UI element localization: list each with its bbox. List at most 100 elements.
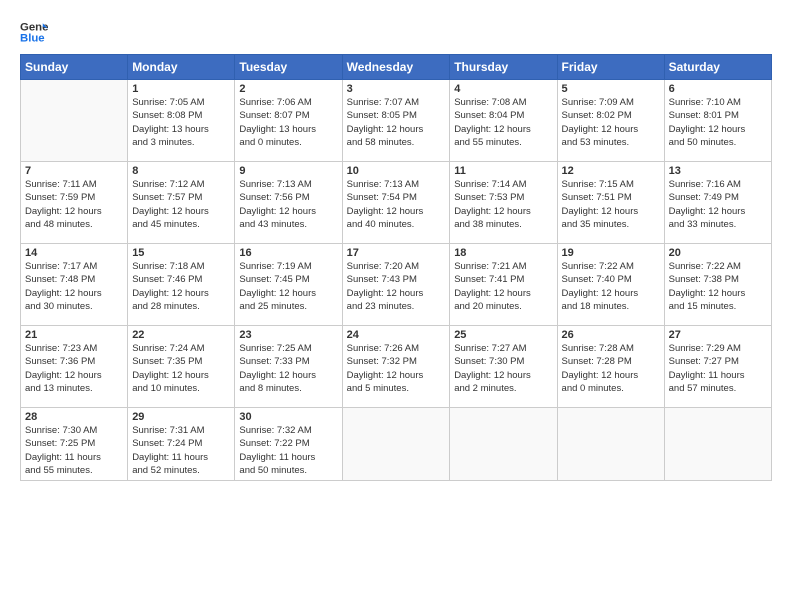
day-info: Sunrise: 7:27 AM Sunset: 7:30 PM Dayligh… [454,342,552,395]
day-number: 5 [562,83,660,95]
calendar-cell: 11Sunrise: 7:14 AM Sunset: 7:53 PM Dayli… [450,162,557,244]
day-info: Sunrise: 7:13 AM Sunset: 7:56 PM Dayligh… [239,178,337,231]
page: General Blue SundayMondayTuesdayWednesda… [0,0,792,612]
day-info: Sunrise: 7:06 AM Sunset: 8:07 PM Dayligh… [239,96,337,149]
day-info: Sunrise: 7:25 AM Sunset: 7:33 PM Dayligh… [239,342,337,395]
day-number: 9 [239,165,337,177]
header: General Blue [20,18,772,46]
day-number: 12 [562,165,660,177]
logo: General Blue [20,18,48,46]
weekday-header-saturday: Saturday [664,55,771,80]
day-info: Sunrise: 7:32 AM Sunset: 7:22 PM Dayligh… [239,424,337,477]
calendar-cell: 18Sunrise: 7:21 AM Sunset: 7:41 PM Dayli… [450,244,557,326]
calendar-cell: 26Sunrise: 7:28 AM Sunset: 7:28 PM Dayli… [557,326,664,408]
day-info: Sunrise: 7:30 AM Sunset: 7:25 PM Dayligh… [25,424,123,477]
calendar-cell: 1Sunrise: 7:05 AM Sunset: 8:08 PM Daylig… [128,80,235,162]
calendar-cell: 9Sunrise: 7:13 AM Sunset: 7:56 PM Daylig… [235,162,342,244]
calendar-cell: 30Sunrise: 7:32 AM Sunset: 7:22 PM Dayli… [235,408,342,481]
week-row-2: 7Sunrise: 7:11 AM Sunset: 7:59 PM Daylig… [21,162,772,244]
calendar-cell: 5Sunrise: 7:09 AM Sunset: 8:02 PM Daylig… [557,80,664,162]
day-number: 10 [347,165,446,177]
logo-icon: General Blue [20,18,48,46]
day-info: Sunrise: 7:15 AM Sunset: 7:51 PM Dayligh… [562,178,660,231]
day-number: 29 [132,411,230,423]
day-number: 6 [669,83,767,95]
weekday-header-friday: Friday [557,55,664,80]
day-number: 24 [347,329,446,341]
calendar-cell: 29Sunrise: 7:31 AM Sunset: 7:24 PM Dayli… [128,408,235,481]
calendar-cell [342,408,450,481]
calendar-cell: 24Sunrise: 7:26 AM Sunset: 7:32 PM Dayli… [342,326,450,408]
week-row-3: 14Sunrise: 7:17 AM Sunset: 7:48 PM Dayli… [21,244,772,326]
day-info: Sunrise: 7:22 AM Sunset: 7:40 PM Dayligh… [562,260,660,313]
day-info: Sunrise: 7:07 AM Sunset: 8:05 PM Dayligh… [347,96,446,149]
calendar-cell: 27Sunrise: 7:29 AM Sunset: 7:27 PM Dayli… [664,326,771,408]
calendar-cell: 10Sunrise: 7:13 AM Sunset: 7:54 PM Dayli… [342,162,450,244]
calendar-cell: 19Sunrise: 7:22 AM Sunset: 7:40 PM Dayli… [557,244,664,326]
calendar-cell: 17Sunrise: 7:20 AM Sunset: 7:43 PM Dayli… [342,244,450,326]
weekday-header-tuesday: Tuesday [235,55,342,80]
day-number: 16 [239,247,337,259]
day-number: 18 [454,247,552,259]
day-info: Sunrise: 7:16 AM Sunset: 7:49 PM Dayligh… [669,178,767,231]
weekday-header-thursday: Thursday [450,55,557,80]
calendar-cell: 22Sunrise: 7:24 AM Sunset: 7:35 PM Dayli… [128,326,235,408]
calendar: SundayMondayTuesdayWednesdayThursdayFrid… [20,54,772,481]
day-number: 28 [25,411,123,423]
calendar-cell: 13Sunrise: 7:16 AM Sunset: 7:49 PM Dayli… [664,162,771,244]
week-row-4: 21Sunrise: 7:23 AM Sunset: 7:36 PM Dayli… [21,326,772,408]
day-number: 7 [25,165,123,177]
day-number: 25 [454,329,552,341]
weekday-header-sunday: Sunday [21,55,128,80]
calendar-cell [450,408,557,481]
day-info: Sunrise: 7:29 AM Sunset: 7:27 PM Dayligh… [669,342,767,395]
calendar-cell: 12Sunrise: 7:15 AM Sunset: 7:51 PM Dayli… [557,162,664,244]
calendar-cell: 15Sunrise: 7:18 AM Sunset: 7:46 PM Dayli… [128,244,235,326]
day-number: 30 [239,411,337,423]
calendar-cell: 20Sunrise: 7:22 AM Sunset: 7:38 PM Dayli… [664,244,771,326]
calendar-cell: 2Sunrise: 7:06 AM Sunset: 8:07 PM Daylig… [235,80,342,162]
day-number: 4 [454,83,552,95]
day-info: Sunrise: 7:18 AM Sunset: 7:46 PM Dayligh… [132,260,230,313]
day-number: 26 [562,329,660,341]
day-info: Sunrise: 7:10 AM Sunset: 8:01 PM Dayligh… [669,96,767,149]
svg-text:Blue: Blue [20,33,45,45]
calendar-cell: 8Sunrise: 7:12 AM Sunset: 7:57 PM Daylig… [128,162,235,244]
day-number: 23 [239,329,337,341]
day-info: Sunrise: 7:22 AM Sunset: 7:38 PM Dayligh… [669,260,767,313]
weekday-header-row: SundayMondayTuesdayWednesdayThursdayFrid… [21,55,772,80]
calendar-cell: 4Sunrise: 7:08 AM Sunset: 8:04 PM Daylig… [450,80,557,162]
day-info: Sunrise: 7:21 AM Sunset: 7:41 PM Dayligh… [454,260,552,313]
day-number: 27 [669,329,767,341]
weekday-header-monday: Monday [128,55,235,80]
day-number: 15 [132,247,230,259]
day-number: 11 [454,165,552,177]
day-info: Sunrise: 7:20 AM Sunset: 7:43 PM Dayligh… [347,260,446,313]
calendar-cell [21,80,128,162]
day-number: 3 [347,83,446,95]
day-info: Sunrise: 7:09 AM Sunset: 8:02 PM Dayligh… [562,96,660,149]
week-row-1: 1Sunrise: 7:05 AM Sunset: 8:08 PM Daylig… [21,80,772,162]
calendar-cell: 21Sunrise: 7:23 AM Sunset: 7:36 PM Dayli… [21,326,128,408]
day-info: Sunrise: 7:12 AM Sunset: 7:57 PM Dayligh… [132,178,230,231]
calendar-cell: 14Sunrise: 7:17 AM Sunset: 7:48 PM Dayli… [21,244,128,326]
day-info: Sunrise: 7:13 AM Sunset: 7:54 PM Dayligh… [347,178,446,231]
calendar-cell: 25Sunrise: 7:27 AM Sunset: 7:30 PM Dayli… [450,326,557,408]
day-info: Sunrise: 7:23 AM Sunset: 7:36 PM Dayligh… [25,342,123,395]
calendar-cell: 16Sunrise: 7:19 AM Sunset: 7:45 PM Dayli… [235,244,342,326]
day-info: Sunrise: 7:05 AM Sunset: 8:08 PM Dayligh… [132,96,230,149]
day-number: 8 [132,165,230,177]
week-row-5: 28Sunrise: 7:30 AM Sunset: 7:25 PM Dayli… [21,408,772,481]
calendar-cell: 3Sunrise: 7:07 AM Sunset: 8:05 PM Daylig… [342,80,450,162]
day-number: 21 [25,329,123,341]
calendar-cell: 6Sunrise: 7:10 AM Sunset: 8:01 PM Daylig… [664,80,771,162]
day-info: Sunrise: 7:31 AM Sunset: 7:24 PM Dayligh… [132,424,230,477]
calendar-cell [557,408,664,481]
day-info: Sunrise: 7:08 AM Sunset: 8:04 PM Dayligh… [454,96,552,149]
day-number: 1 [132,83,230,95]
svg-text:General: General [20,21,48,33]
day-info: Sunrise: 7:17 AM Sunset: 7:48 PM Dayligh… [25,260,123,313]
day-info: Sunrise: 7:19 AM Sunset: 7:45 PM Dayligh… [239,260,337,313]
day-number: 20 [669,247,767,259]
day-info: Sunrise: 7:11 AM Sunset: 7:59 PM Dayligh… [25,178,123,231]
